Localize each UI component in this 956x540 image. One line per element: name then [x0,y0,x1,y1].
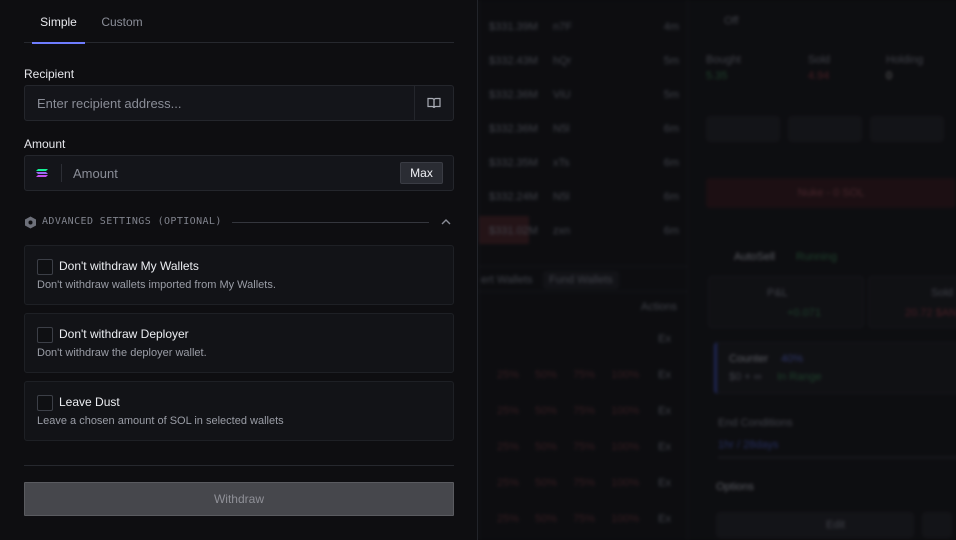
ex-label: Ex [658,405,671,417]
option-checkbox[interactable] [37,395,53,411]
trade-row: $332.35M xTs 6m [489,157,679,169]
trade-row: $332.43M hQr 5m [489,55,679,67]
stat-bought: Bought 5.35 [706,54,741,82]
ex-label: Ex [658,441,671,453]
trade-row: $332.24M N5l 6m [489,191,679,203]
amount-field: Max [24,155,454,191]
autosell-label: AutoSell [734,251,775,263]
end-conditions-label: End Conditions [718,417,793,429]
book-icon [427,97,441,109]
withdraw-panel: Simple Custom Recipient Amount Max [0,0,478,540]
tab-simple[interactable]: Simple [32,0,85,44]
chevron-up-icon[interactable] [440,217,452,227]
end-conditions-value: 1hr / 28days [718,439,779,451]
ex-label: Ex [658,333,671,345]
ex-label: Ex [658,369,671,381]
withdraw-button[interactable]: Withdraw [24,482,454,516]
tab-custom[interactable]: Custom [94,0,150,43]
option-description: Leave a chosen amount of SOL in selected… [37,415,284,427]
options-label: Options [716,481,754,493]
option-checkbox[interactable] [37,259,53,275]
end-conditions-bar [718,456,956,459]
address-book-button[interactable] [414,86,453,120]
advanced-divider [232,222,429,223]
footer-divider [24,465,454,466]
amount-divider [61,164,62,182]
pct-row: 25% 50% 75% 100% [497,405,640,417]
nuke-button[interactable]: Nuke - 0 SOL [706,178,956,208]
option-card: Don't withdraw Deployer Don't withdraw t… [24,313,454,373]
option-checkbox[interactable] [37,327,53,343]
trades-column: $331.39M n7F 4m $332.43M hQr 5m $332.36M ViU 5… [478,0,689,540]
mode-tabs: Simple Custom [24,0,454,44]
pct-row: 25% 50% 75% 100% [497,477,640,489]
burn-button[interactable] [788,116,862,142]
pause-button[interactable] [922,512,952,538]
option-description: Don't withdraw wallets imported from My … [37,279,276,291]
trade-row: $332.36M ViU 5m [489,89,679,101]
max-button[interactable]: Max [400,162,443,184]
option-card: Don't withdraw My Wallets Don't withdraw… [24,245,454,305]
off-label: Off [724,15,739,27]
recipient-field [24,85,454,121]
trade-row: $331.02M zxn 6m [489,225,679,237]
option-description: Don't withdraw the deployer wallet. [37,347,207,359]
trade-row: $332.36M N5l 6m [489,123,679,135]
solana-icon [36,169,48,177]
advanced-settings-toggle[interactable]: ADVANCED SETTINGS (OPTIONAL) [24,214,454,232]
pnl-card: P&L +0.071 [708,276,864,328]
ex-label: Ex [658,477,671,489]
autosell-status: Running [796,251,837,263]
wallet-tabs: ert Wallets Fund Wallets [479,266,689,292]
counter-card: Counter 40% $0 + ∞ In Range [714,342,956,394]
actions-label: Actions [640,301,677,313]
hexagon-gear-icon [25,216,36,229]
amount-label: Amount [24,137,66,151]
sold-card: Sold 20.72 $AN [868,276,956,328]
advanced-settings-label: ADVANCED SETTINGS (OPTIONAL) [42,216,222,227]
amount-input[interactable] [73,156,393,190]
pct-row: 25% 50% 75% 100% [497,513,640,525]
stat-sold: Sold 4.94 [808,54,831,82]
option-title: Don't withdraw My Wallets [59,259,199,273]
pct-row: 25% 50% 75% 100% [497,441,640,453]
lock-button[interactable] [870,116,944,142]
trade-row: $331.39M n7F 4m [489,21,679,33]
recipient-input[interactable] [37,86,407,120]
control-column: Off Bought 5.35 Sold 4.94 Holding 0 Nuke - … [688,0,956,540]
option-title: Don't withdraw Deployer [59,327,189,341]
pct-row: 25% 50% 75% 100% [497,369,640,381]
app-root: $331.39M n7F 4m $332.43M hQr 5m $332.36M ViU 5… [0,0,956,540]
tab-fund-wallets[interactable]: Fund Wallets [543,271,619,289]
recipient-label: Recipient [24,67,75,81]
option-title: Leave Dust [59,395,120,409]
ex-label: Ex [658,513,671,525]
stat-holding: Holding 0 [886,54,924,82]
send-button[interactable] [706,116,780,142]
edit-button[interactable]: Edit [716,512,914,538]
option-card: Leave Dust Leave a chosen amount of SOL … [24,381,454,441]
tab-import-wallets[interactable]: ert Wallets [481,274,533,286]
